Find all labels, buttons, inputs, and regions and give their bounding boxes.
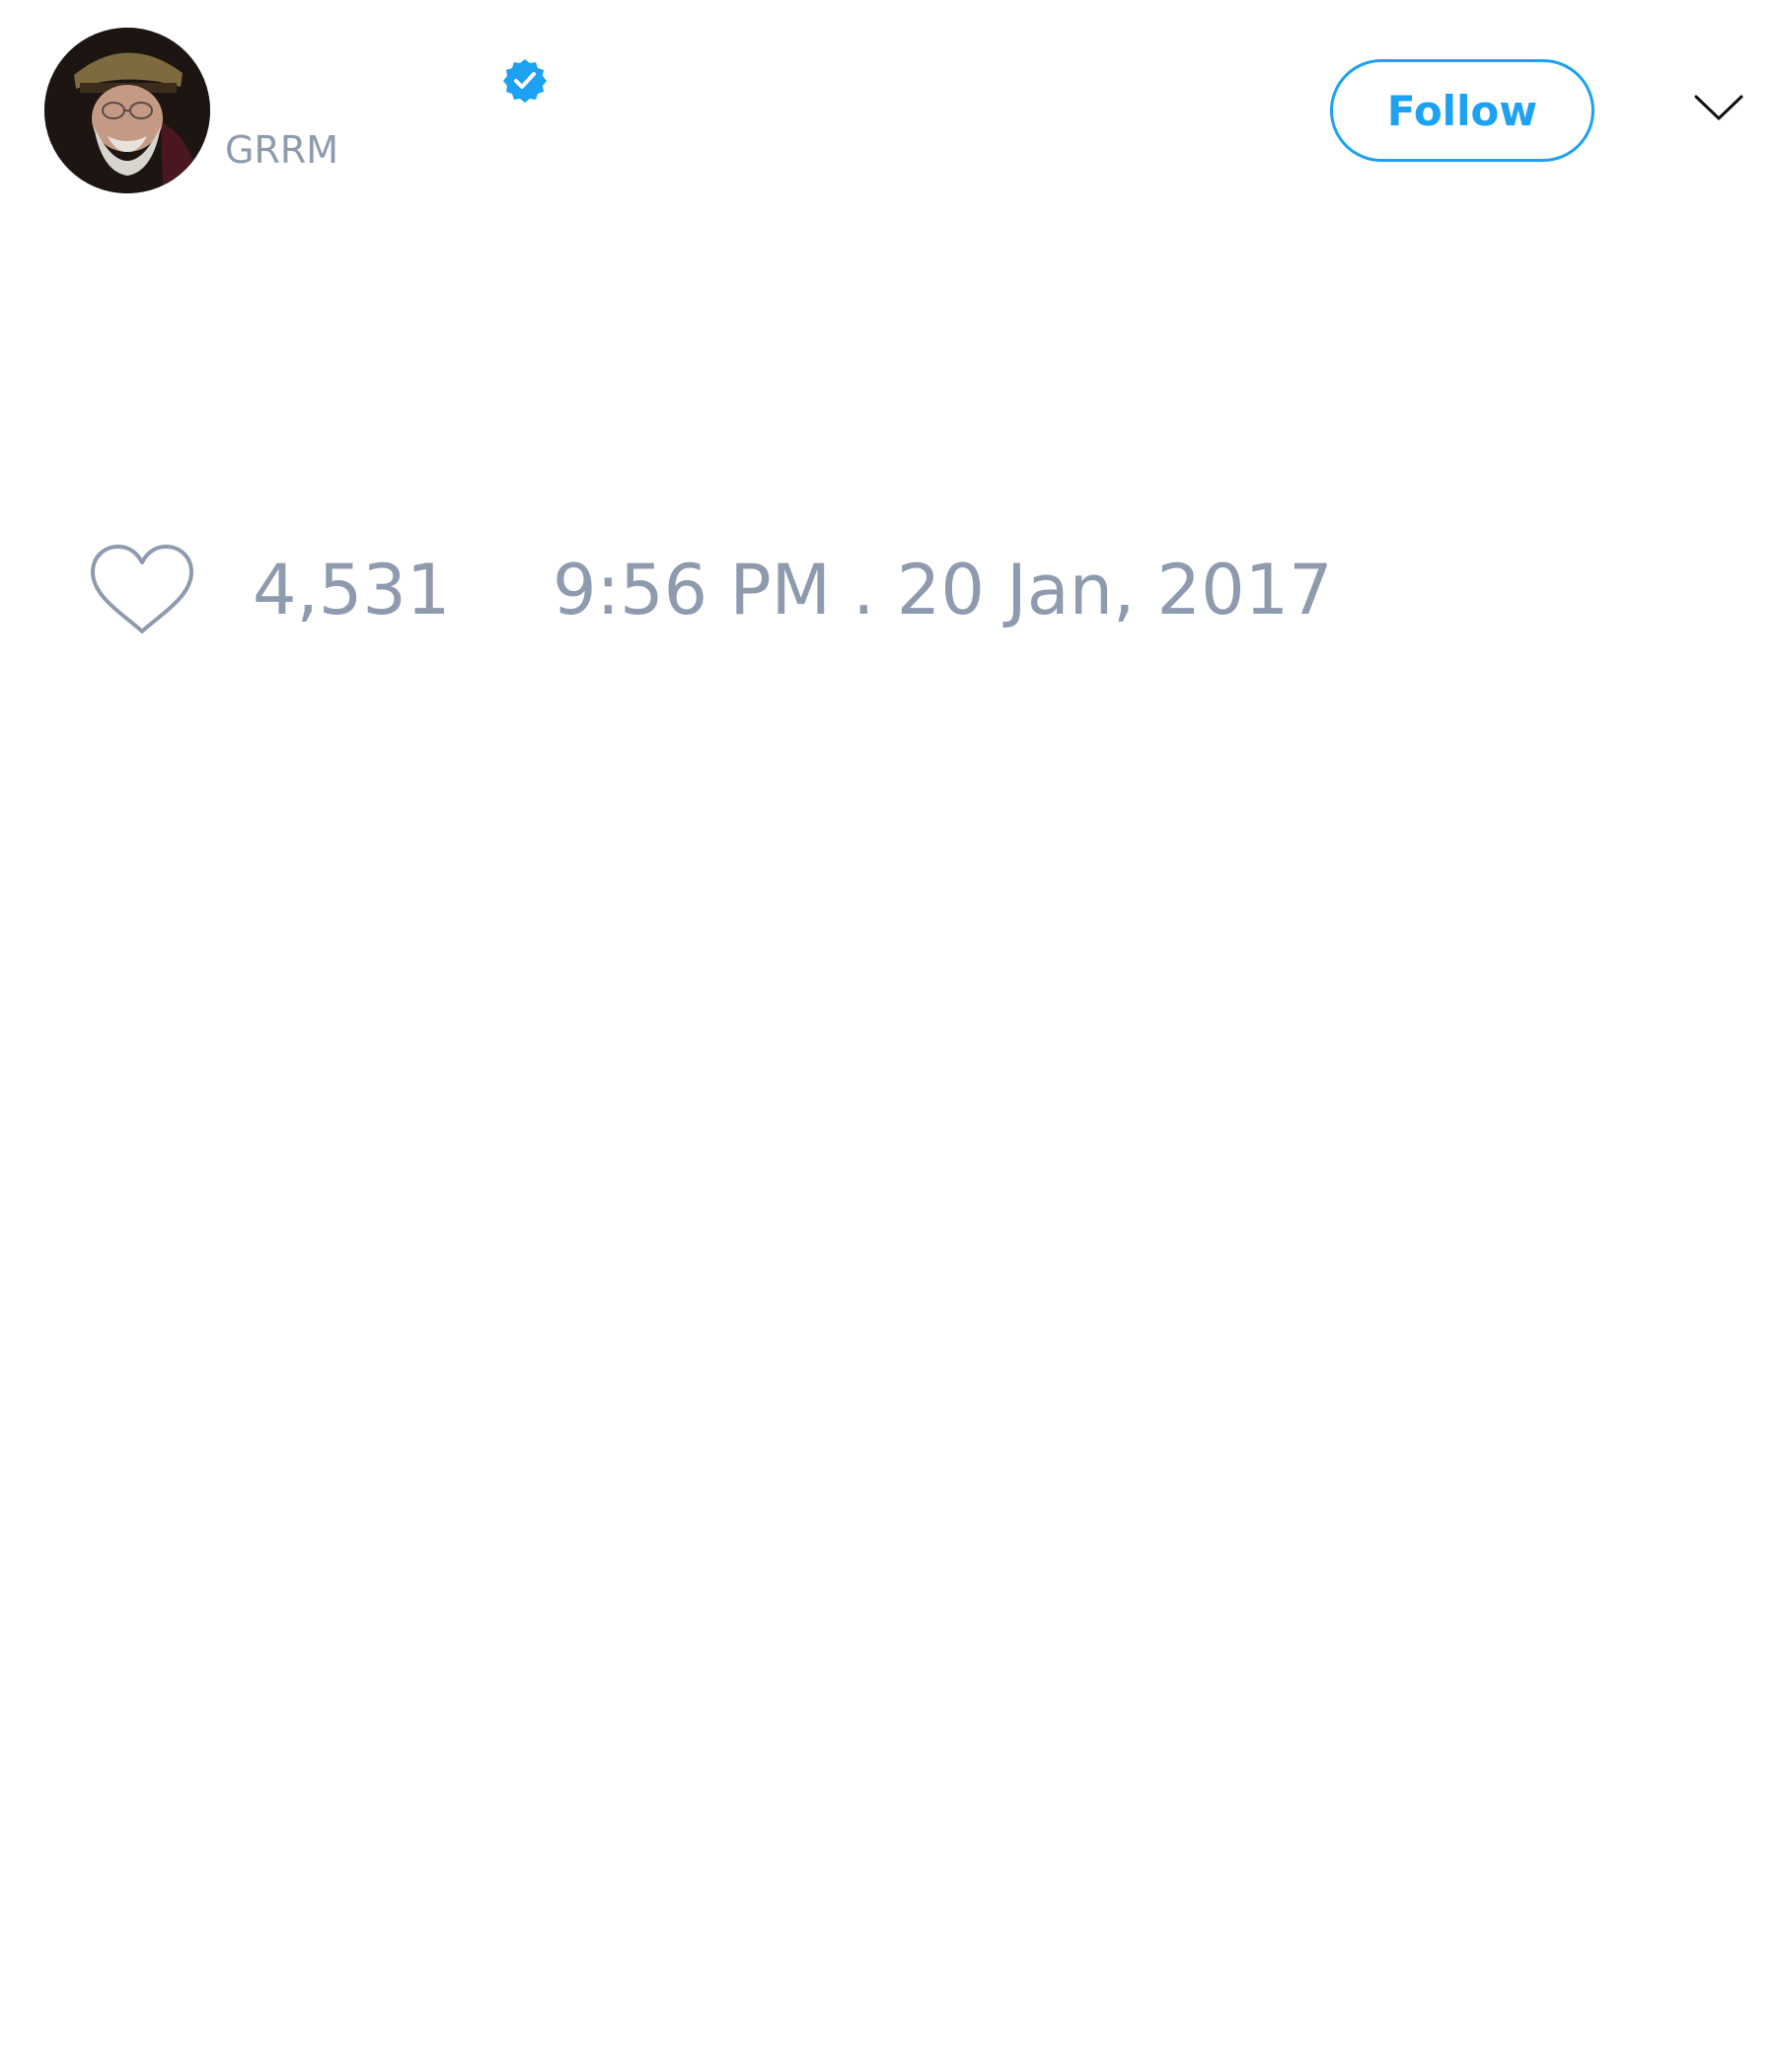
tweet-timestamp[interactable]: 9:56 PM . 20 Jan, 2017 [553,549,1333,631]
avatar[interactable] [44,28,210,193]
chevron-down-icon[interactable] [1693,93,1744,122]
like-count: 4,531 [253,550,451,630]
avatar-image [44,28,210,193]
user-handle[interactable]: GRRM [225,126,338,174]
heart-icon[interactable] [89,543,195,637]
verified-badge-icon [501,57,549,105]
embedded-tweet: GRRM Follow 4,531 9:56 PM . 20 Jan, 2017 [0,0,1776,2072]
follow-button[interactable]: Follow [1330,59,1594,162]
